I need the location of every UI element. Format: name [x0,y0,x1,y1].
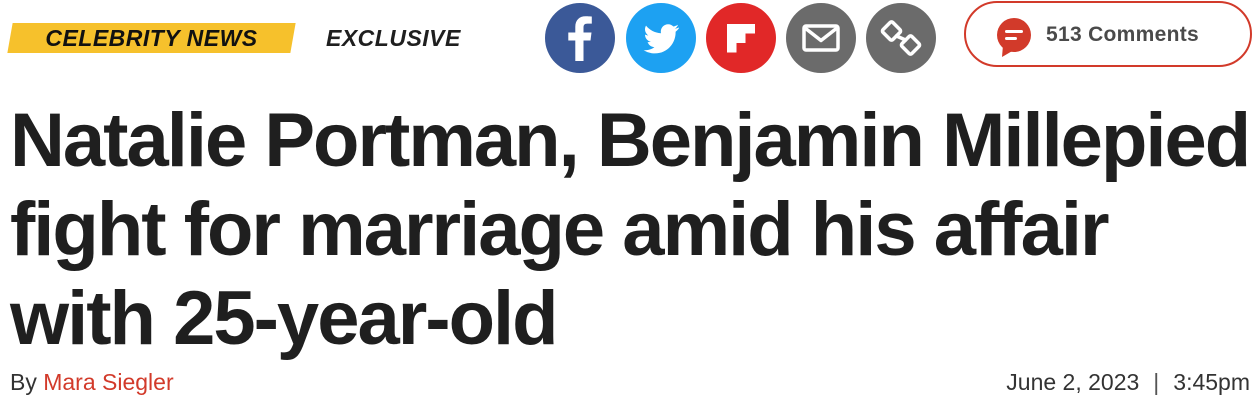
email-icon [802,24,840,52]
comments-count: 513 Comments [1046,23,1199,46]
publish-time: 3:45pm [1173,369,1250,395]
publish-dateline: June 2, 2023 | 3:45pm [1006,369,1250,396]
share-facebook-button[interactable] [545,3,615,73]
date-separator: | [1153,369,1160,395]
facebook-icon [568,16,592,61]
byline: By Mara Siegler [10,369,174,396]
share-twitter-button[interactable] [626,3,696,73]
share-flipboard-button[interactable] [706,3,776,73]
share-email-button[interactable] [786,3,856,73]
article-topbar: CELEBRITY NEWS EXCLUSIVE 513 Comments [0,0,1260,76]
publish-date: June 2, 2023 [1006,369,1140,395]
author-link[interactable]: Mara Siegler [43,369,173,395]
link-icon [880,20,922,56]
twitter-icon [643,24,680,54]
byline-prefix: By [10,369,37,395]
comment-bubble-icon [997,18,1031,57]
comments-button[interactable]: 513 Comments [964,1,1252,67]
exclusive-tag: EXCLUSIVE [326,25,461,51]
article-headline: Natalie Portman, Benjamin Millepied figh… [10,98,1251,361]
flipboard-icon [727,24,755,53]
category-tag[interactable]: CELEBRITY NEWS [7,23,296,53]
copy-link-button[interactable] [866,3,936,73]
category-tag-label: CELEBRITY NEWS [45,25,258,51]
